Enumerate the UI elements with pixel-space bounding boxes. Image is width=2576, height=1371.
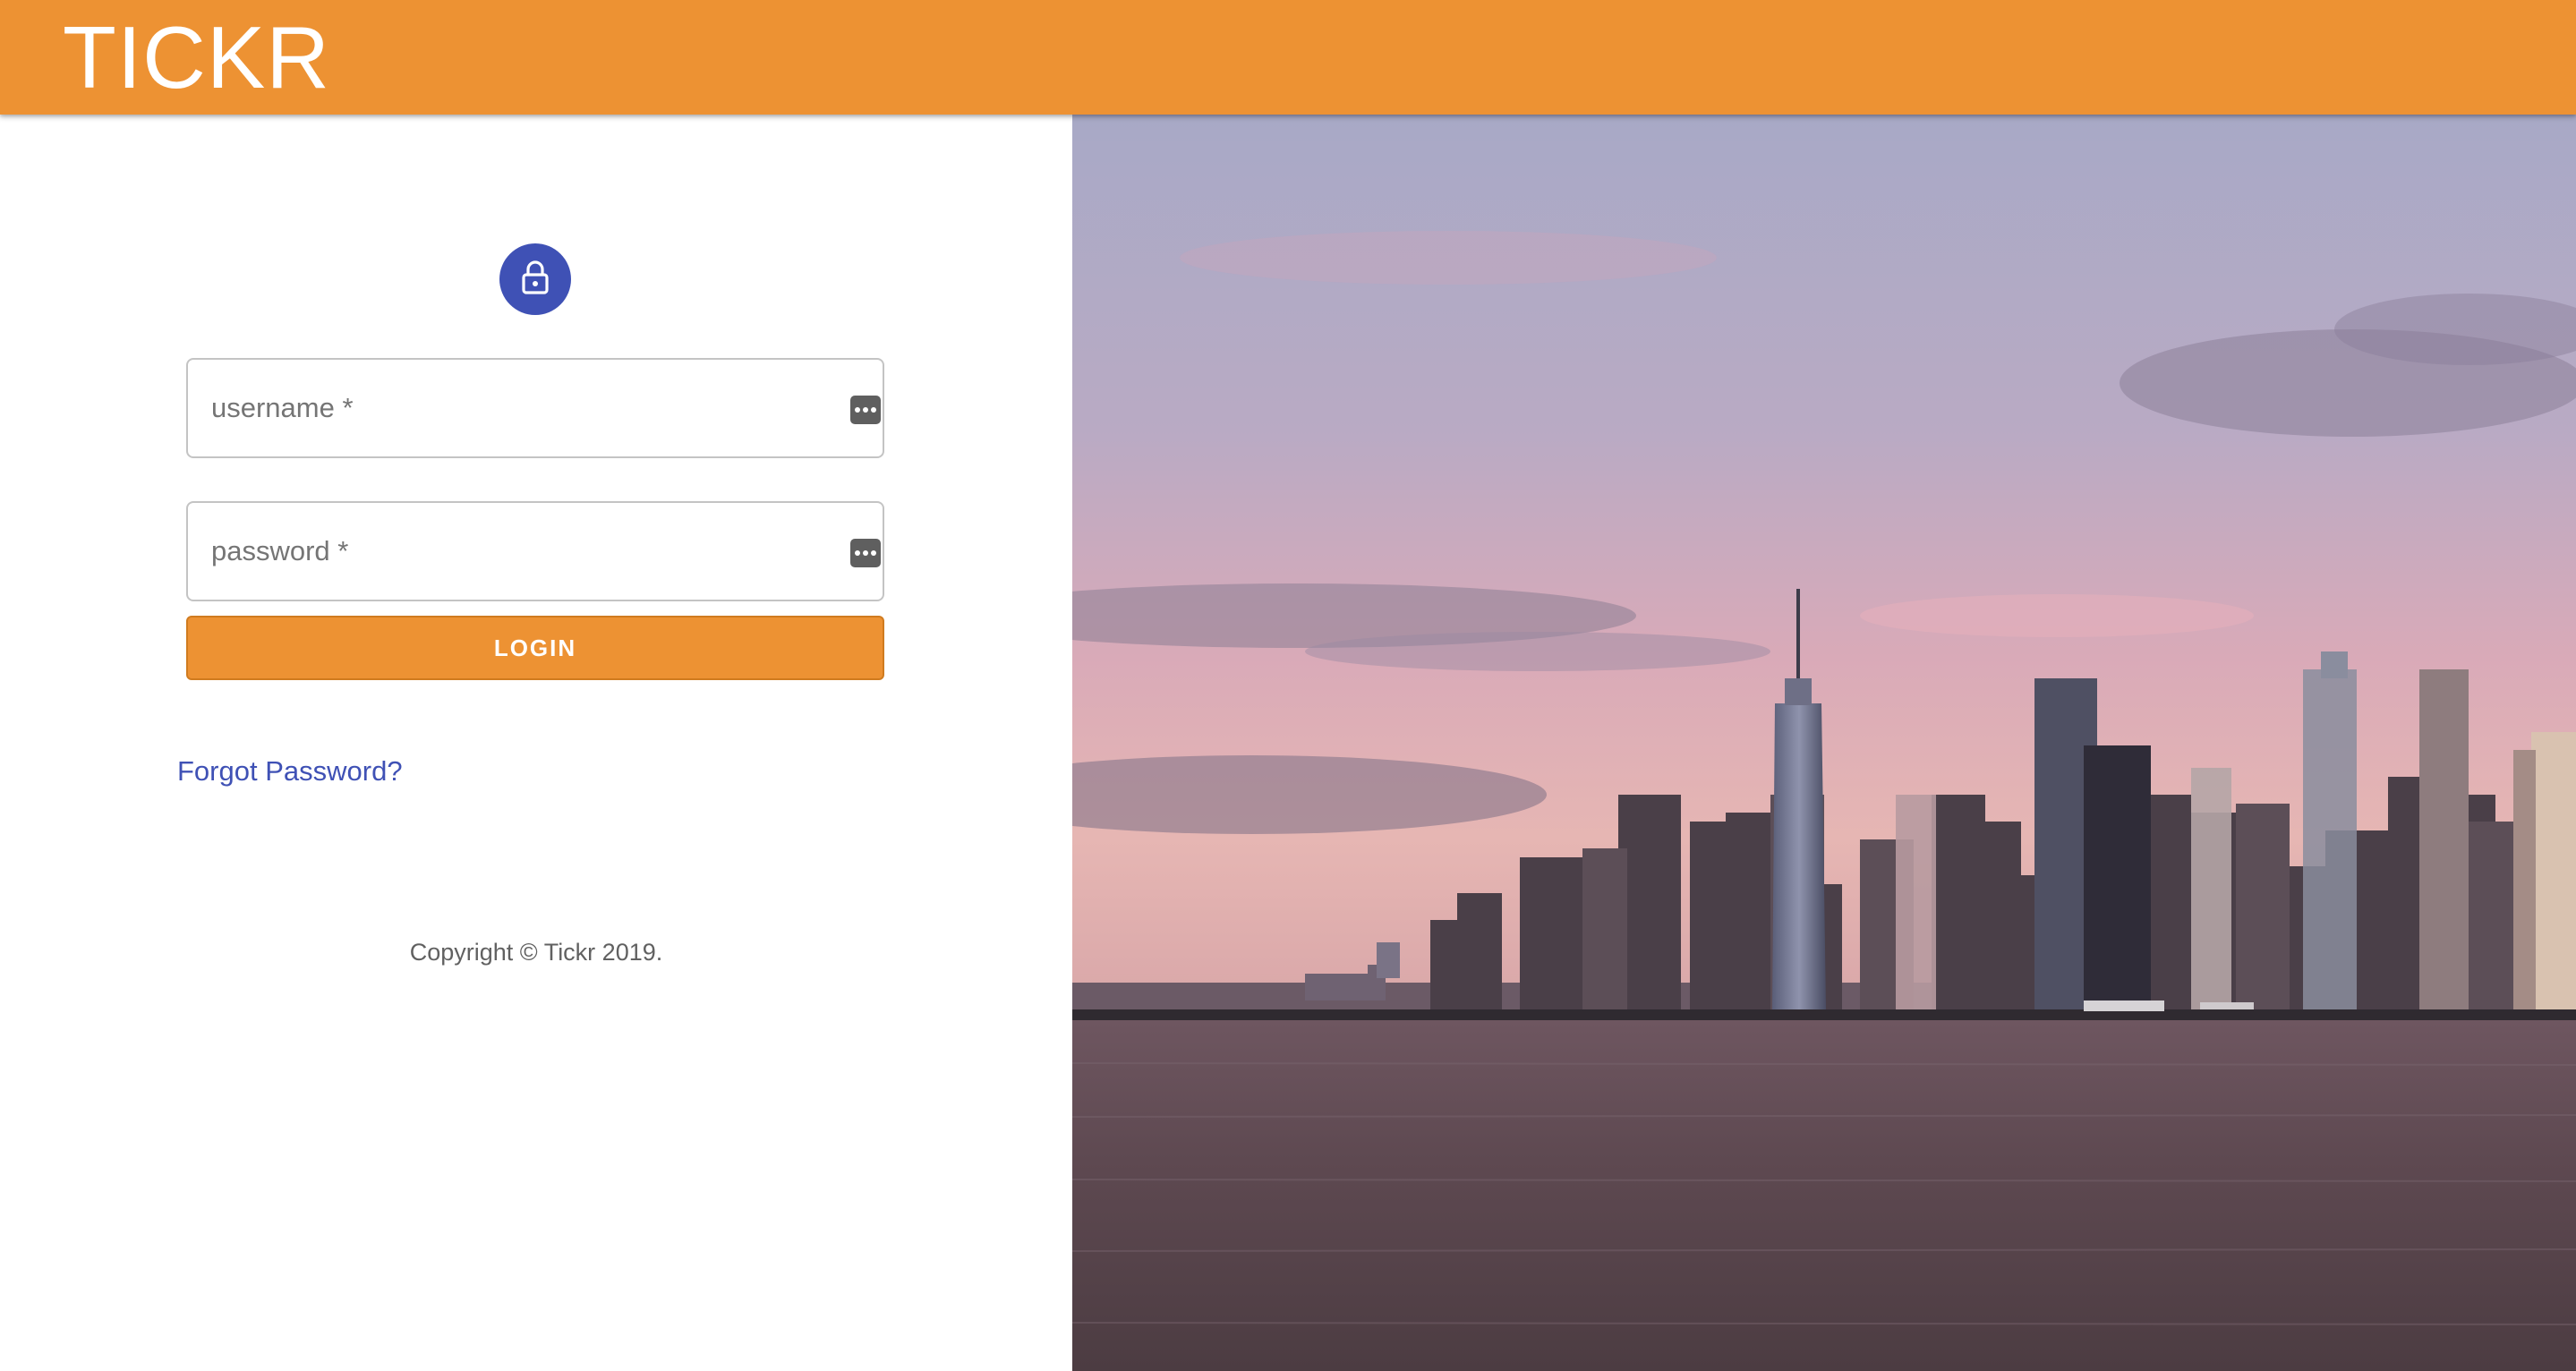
password-input[interactable] [188,503,883,600]
password-manager-key-icon[interactable] [850,396,881,424]
password-manager-key-icon[interactable] [850,539,881,567]
copyright-text: Copyright © Tickr 2019. [409,939,663,966]
password-field[interactable] [186,501,884,601]
app-bar: TICKR [0,0,2576,115]
brand-title: TICKR [63,8,330,106]
login-button[interactable]: LOGIN [186,616,884,680]
lock-avatar [499,243,571,315]
username-field[interactable] [186,358,884,458]
skyline-illustration [1072,115,2576,1371]
forgot-password-link[interactable]: Forgot Password? [177,754,403,789]
hero-skyline-image [1072,115,2576,1371]
username-input[interactable] [188,360,883,456]
lock-icon [519,260,551,300]
